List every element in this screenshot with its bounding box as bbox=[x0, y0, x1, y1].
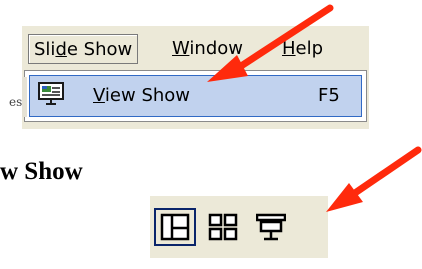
arrow-to-slide-show-button-icon bbox=[326, 146, 422, 212]
menu-bar: Slide Show Window Help bbox=[22, 26, 369, 70]
menu-screenshot-panel: Slide Show Window Help View Show F5 bbox=[22, 26, 369, 129]
dropdown-shadow bbox=[22, 77, 27, 117]
menu-window-label: indow bbox=[189, 38, 243, 59]
page-heading: w Show bbox=[0, 158, 83, 185]
menu-help-label: elp bbox=[295, 38, 324, 59]
menu-slide-show-label-b: e Show bbox=[66, 39, 133, 60]
cropped-edge-text: es bbox=[9, 95, 23, 109]
menu-slide-show-accelerator: d bbox=[55, 39, 67, 60]
menu-help-accelerator: H bbox=[282, 38, 296, 59]
menu-help[interactable]: Help bbox=[277, 34, 328, 64]
menu-window[interactable]: Window bbox=[167, 34, 248, 64]
view-buttons-panel bbox=[150, 196, 328, 258]
menu-slide-show-label-a: Sli bbox=[34, 39, 56, 60]
view-show-shortcut: F5 bbox=[318, 85, 340, 106]
slide-sorter-view-button[interactable] bbox=[202, 208, 244, 246]
slide-show-screen-icon bbox=[38, 82, 64, 106]
menu-slide-show[interactable]: Slide Show bbox=[28, 34, 139, 64]
view-show-accelerator: V bbox=[93, 85, 105, 106]
slide-show-view-button[interactable] bbox=[250, 208, 292, 246]
view-show-label: View Show bbox=[93, 76, 190, 116]
view-show-menu-item[interactable]: View Show F5 bbox=[29, 75, 362, 117]
slide-show-dropdown: View Show F5 bbox=[22, 70, 367, 122]
normal-view-button[interactable] bbox=[154, 208, 196, 246]
view-show-label-rest: iew Show bbox=[104, 85, 191, 106]
menu-window-accelerator: W bbox=[172, 38, 190, 59]
